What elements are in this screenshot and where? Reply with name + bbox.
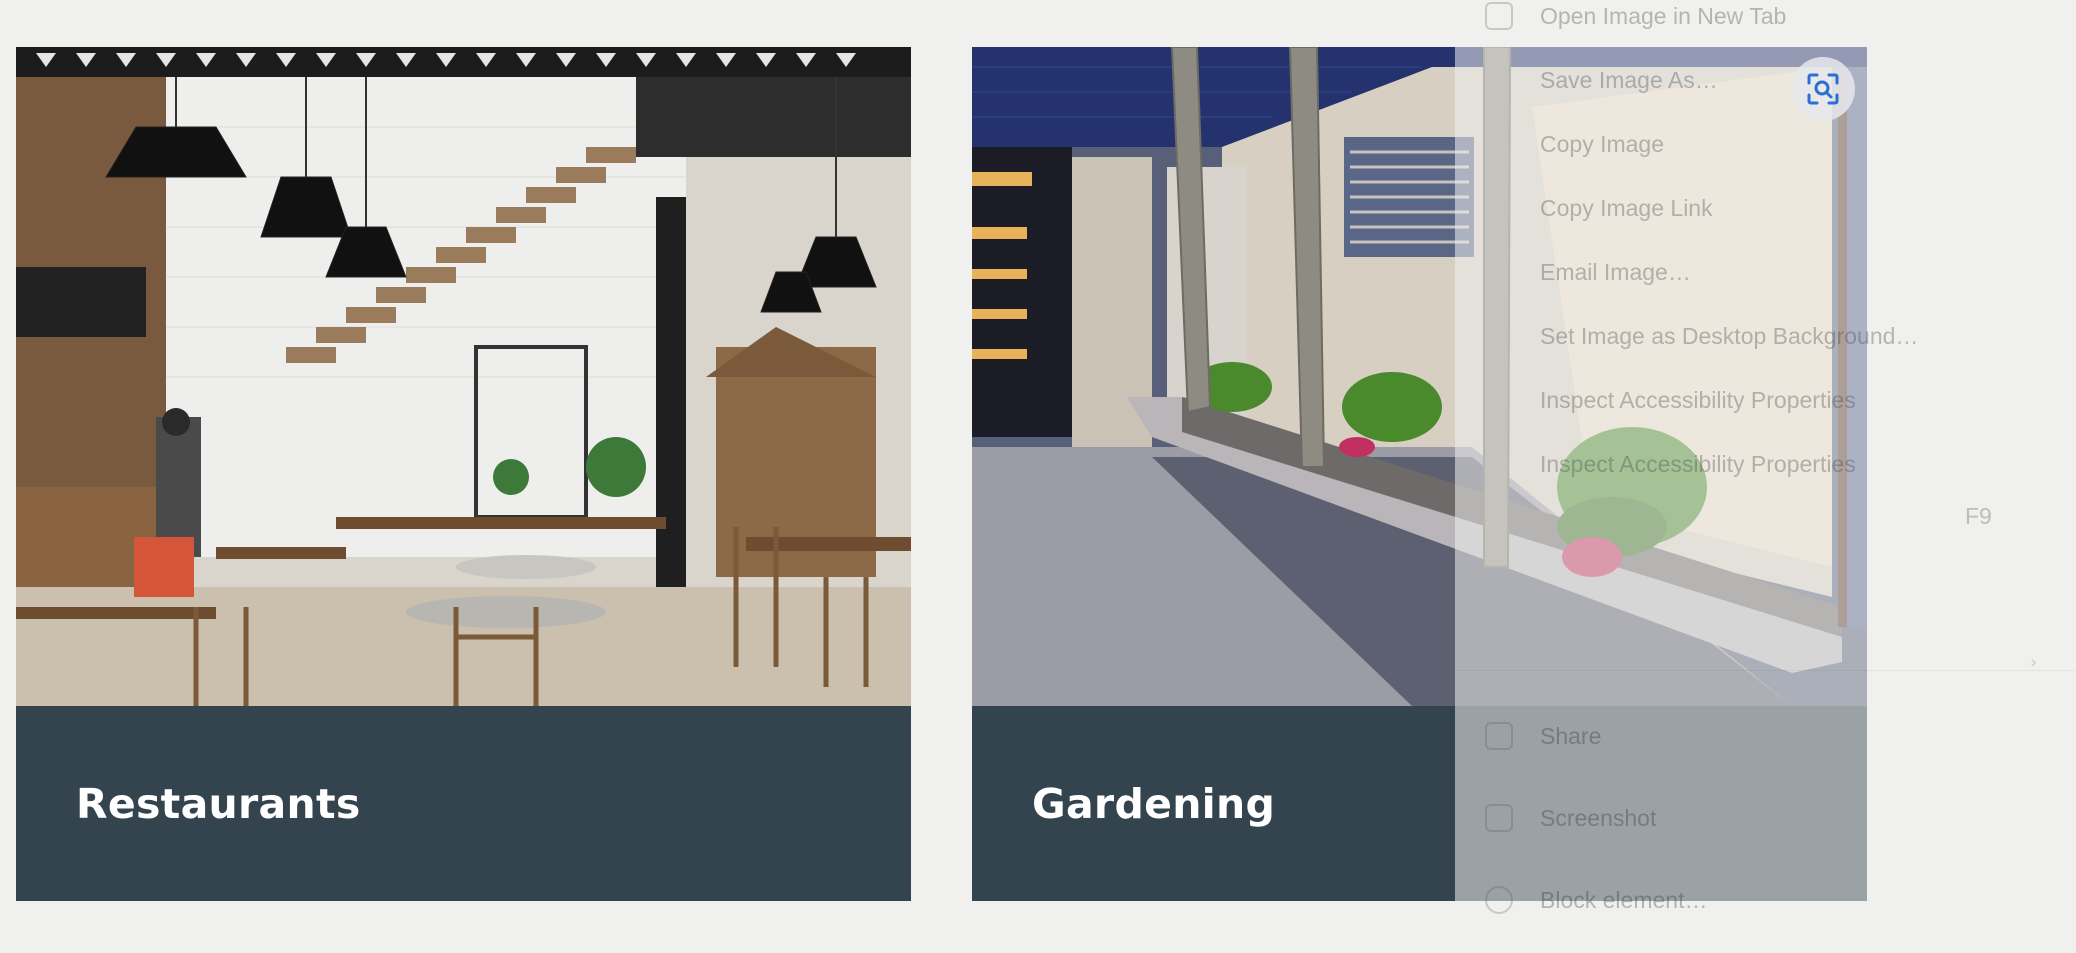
menu-item-share[interactable]: Share	[1540, 716, 1601, 756]
menu-item-set-desktop-background[interactable]: Set Image as Desktop Background…	[1540, 316, 1918, 356]
category-title[interactable]: Gardening	[1032, 780, 1275, 828]
menu-item-copy-image-link[interactable]: Copy Image Link	[1540, 188, 1713, 228]
visual-search-button[interactable]	[1791, 57, 1855, 121]
block-icon	[1485, 886, 1513, 914]
visual-search-icon	[1807, 73, 1839, 105]
menu-item-screenshot[interactable]: Screenshot	[1540, 798, 1656, 838]
category-card-restaurants[interactable]: Restaurants	[16, 47, 911, 901]
menu-item-copy-image[interactable]: Copy Image	[1540, 124, 1664, 164]
menu-shortcut-f9: F9	[1965, 503, 1992, 529]
menu-item-open-image-new-tab[interactable]: Open Image in New Tab	[1540, 0, 1786, 36]
category-title[interactable]: Restaurants	[76, 780, 361, 828]
screenshot-icon	[1485, 804, 1513, 832]
browser-context-menu: Open Image in New Tab Save Image As… Cop…	[1455, 0, 2076, 953]
menu-separator	[1455, 670, 2076, 671]
menu-item-block-element[interactable]: Block element…	[1540, 880, 1707, 920]
share-icon	[1485, 722, 1513, 750]
restaurant-interior-photo	[16, 47, 911, 706]
new-tab-icon	[1485, 2, 1513, 30]
menu-item-save-image-as[interactable]: Save Image As…	[1540, 60, 1718, 100]
chevron-right-icon: ›	[2030, 652, 2038, 673]
menu-item-inspect-accessibility[interactable]: Inspect Accessibility Properties	[1540, 444, 1856, 484]
restaurant-photo-illustration	[16, 47, 911, 706]
category-card-caption: Restaurants	[16, 706, 911, 901]
menu-item-email-image[interactable]: Email Image…	[1540, 252, 1691, 292]
menu-item-inspect-accessibility[interactable]: Inspect Accessibility Properties	[1540, 380, 1856, 420]
